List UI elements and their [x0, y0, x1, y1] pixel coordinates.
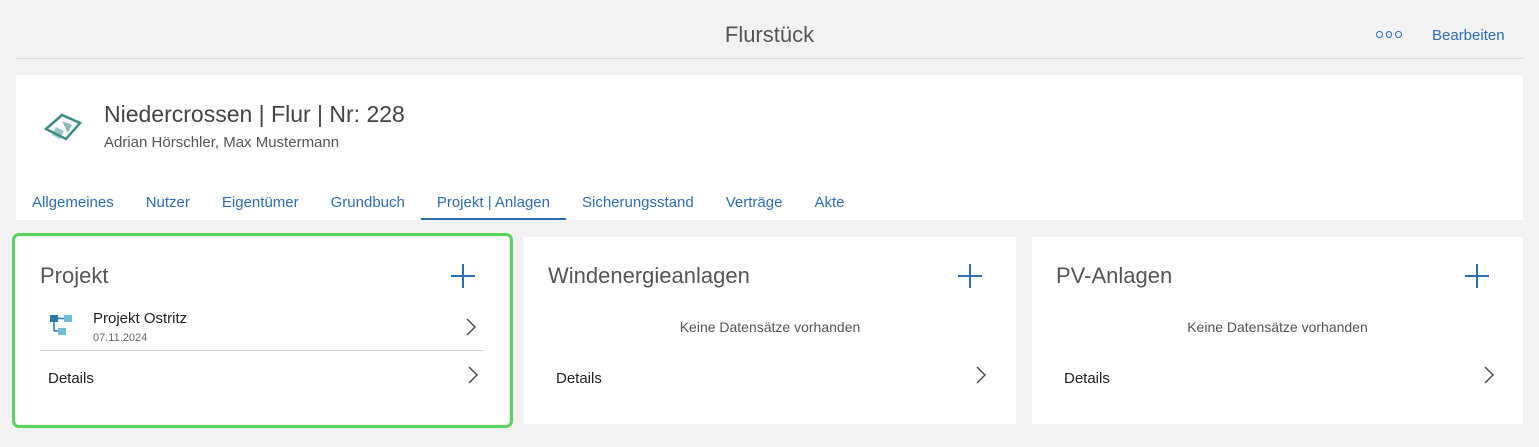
chevron-right-icon	[466, 318, 476, 336]
land-parcel-icon	[43, 113, 83, 141]
tab-grundbuch[interactable]: Grundbuch	[315, 186, 421, 220]
project-structure-icon	[50, 315, 72, 335]
top-bar: Flurstück Bearbeiten	[16, 0, 1523, 59]
tab-sicherungsstand[interactable]: Sicherungsstand	[566, 186, 710, 220]
project-date: 07.11.2024	[93, 332, 148, 344]
dot-icon	[1385, 30, 1393, 38]
chevron-right-icon	[976, 366, 986, 384]
tab-vertraege[interactable]: Verträge	[710, 186, 799, 220]
parcel-header: Niedercrossen | Flur | Nr: 228 Adrian Hö…	[16, 75, 1523, 220]
parcel-name: Niedercrossen | Flur | Nr: 228	[104, 101, 405, 127]
card-title: Windenergieanlagen	[548, 263, 750, 288]
chevron-right-icon	[468, 366, 478, 384]
tab-akte[interactable]: Akte	[798, 186, 860, 220]
tab-nutzer[interactable]: Nutzer	[130, 186, 206, 220]
dot-icon	[1395, 30, 1403, 38]
more-options-icon[interactable]	[1376, 28, 1403, 40]
tab-eigentuemer[interactable]: Eigentümer	[206, 186, 315, 220]
empty-state-text: Keine Datensätze vorhanden	[679, 319, 861, 335]
empty-state-text: Keine Datensätze vorhanden	[1187, 319, 1368, 335]
edit-button[interactable]: Bearbeiten	[1432, 27, 1505, 44]
details-label: Details	[48, 370, 94, 387]
details-label: Details	[556, 370, 602, 387]
card-title: PV-Anlagen	[1056, 263, 1173, 288]
tab-allgemeines[interactable]: Allgemeines	[16, 186, 130, 220]
details-link[interactable]: Details	[1064, 363, 1494, 393]
dot-icon	[1376, 30, 1383, 38]
details-link[interactable]: Details	[48, 363, 478, 393]
wind-turbines-card: Windenergieanlagen Keine Datensätze vorh…	[524, 237, 1016, 424]
add-project-button[interactable]	[451, 264, 475, 288]
card-title: Projekt	[40, 263, 109, 288]
parcel-owners: Adrian Hörschler, Max Mustermann	[104, 134, 340, 151]
page-title: Flurstück	[724, 22, 815, 47]
pv-systems-card: PV-Anlagen Keine Datensätze vorhanden De…	[1032, 237, 1523, 424]
project-name: Projekt Ostritz	[93, 310, 188, 327]
tab-projekt-anlagen[interactable]: Projekt | Anlagen	[420, 186, 567, 220]
details-link[interactable]: Details	[556, 363, 986, 393]
add-pv-system-button[interactable]	[1465, 264, 1489, 288]
chevron-right-icon	[1484, 366, 1494, 384]
details-label: Details	[1064, 370, 1110, 387]
project-card: Projekt Projekt Ostritz 07.11.2024 Detai…	[12, 233, 513, 428]
tab-bar: Allgemeines Nutzer Eigentümer Grundbuch …	[16, 186, 860, 220]
list-item[interactable]: Projekt Ostritz 07.11.2024	[40, 303, 484, 351]
add-wind-turbine-button[interactable]	[958, 264, 982, 288]
